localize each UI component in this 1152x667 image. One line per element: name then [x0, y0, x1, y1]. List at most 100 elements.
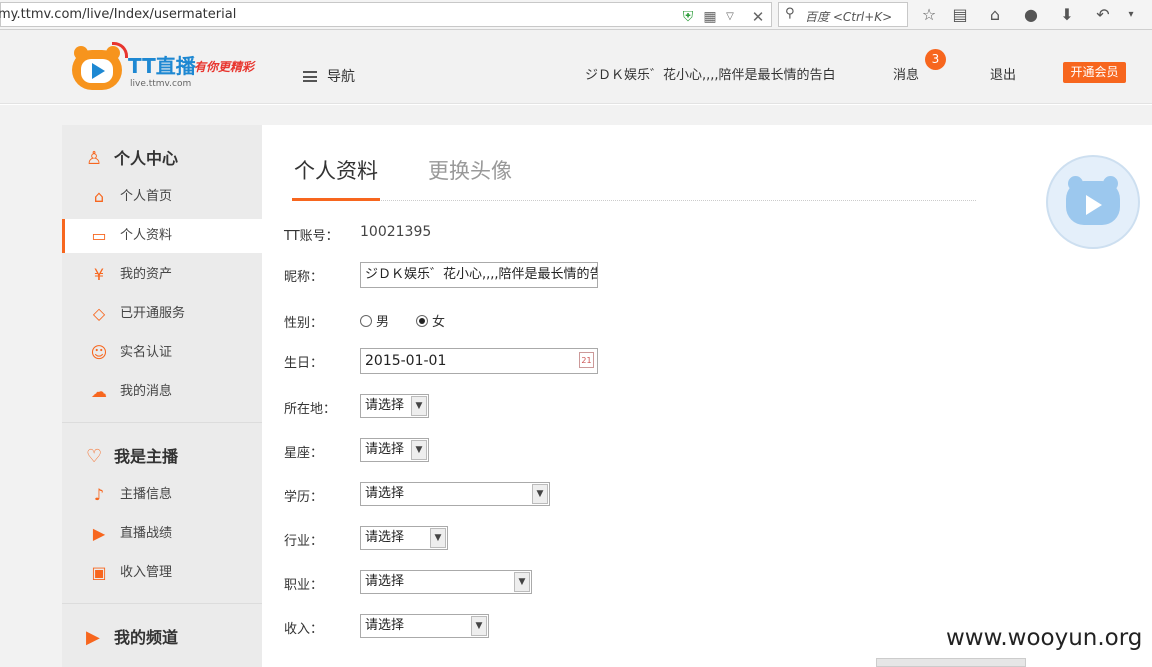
chat-icon: ☁: [91, 382, 107, 401]
wallet-icon: ▣: [91, 563, 107, 582]
search-input[interactable]: ⚲ 百度 <Ctrl+K>: [778, 2, 908, 27]
tab-profile[interactable]: 个人资料: [292, 155, 380, 201]
home-icon: ⌂: [93, 187, 105, 206]
gender-male-label: 男: [376, 315, 390, 330]
sidebar-item-label: 直播战绩: [120, 526, 173, 541]
heart-icon: ♡: [86, 446, 103, 467]
sidebar-section-host: ♡ 我是主播: [86, 443, 178, 467]
profile-tabs: 个人资料 更换头像: [292, 155, 976, 201]
zodiac-select[interactable]: 请选择 ▼: [360, 438, 429, 462]
section-title: 我是主播: [114, 447, 179, 466]
hobby-input[interactable]: [876, 658, 1026, 667]
url-text[interactable]: my.ttmv.com/live/Index/usermaterial: [0, 7, 236, 22]
sidebar-item-label: 我的资产: [120, 267, 173, 282]
star-icon[interactable]: ☆: [918, 4, 940, 26]
tab-change-avatar[interactable]: 更换头像: [428, 155, 512, 201]
hamburger-icon: [303, 71, 317, 82]
qr-code-icon[interactable]: ▦: [701, 8, 719, 26]
site-header: TT直播 有你更精彩 live.ttmv.com 导航 ジＤＫ娱乐゛花小心,,,…: [0, 30, 1152, 104]
chevron-down-icon: ▼: [471, 616, 487, 636]
income-select[interactable]: 请选择 ▼: [360, 614, 489, 638]
sidebar-item-home[interactable]: ⌂ 个人首页: [62, 180, 262, 214]
zodiac-value: 请选择: [365, 442, 405, 457]
chevron-down-icon: ▼: [430, 528, 446, 548]
location-value: 请选择: [365, 398, 405, 413]
sidebar-item-verification[interactable]: ☺ 实名认证: [62, 336, 262, 370]
microphone-icon: ♪: [93, 485, 105, 504]
gender-male-option[interactable]: 男: [360, 311, 389, 330]
birthday-label: 生日：: [284, 356, 324, 371]
sidebar-item-label: 收入管理: [120, 565, 173, 580]
bookmarks-icon[interactable]: ▤: [949, 4, 971, 26]
education-value: 请选择: [365, 486, 405, 501]
location-select[interactable]: 请选择 ▼: [360, 394, 429, 418]
gender-female-label: 女: [432, 315, 446, 330]
download-icon[interactable]: ⬇: [1056, 4, 1078, 26]
nav-menu-button[interactable]: 导航: [303, 66, 355, 86]
sidebar-item-profile[interactable]: ▭ 个人资料: [62, 219, 262, 253]
chevron-down-icon: ▼: [514, 572, 530, 592]
calendar-icon[interactable]: 21: [579, 352, 594, 368]
chat-icon[interactable]: ●: [1020, 4, 1042, 26]
play-icon: [1086, 195, 1102, 215]
income-label: 收入：: [284, 622, 324, 637]
undo-icon[interactable]: ↶: [1092, 4, 1114, 26]
search-placeholder: 百度 <Ctrl+K>: [805, 10, 893, 24]
sidebar-divider: [62, 603, 262, 604]
site-logo[interactable]: TT直播 有你更精彩 live.ttmv.com: [72, 42, 272, 94]
location-label: 所在地：: [284, 402, 337, 417]
sidebar-item-messages[interactable]: ☁ 我的消息: [62, 375, 262, 409]
shield-icon[interactable]: ⛨: [679, 8, 697, 26]
sidebar-section-personal-center: ♙ 个人中心: [86, 145, 178, 169]
play-icon: ▶: [86, 627, 100, 648]
chevron-down-icon: ▼: [411, 440, 427, 460]
sidebar-divider: [62, 422, 262, 423]
radio-female[interactable]: [416, 315, 428, 327]
nickname-input[interactable]: ジＤＫ娱乐゛花小心,,,,陪伴是最长情的告白: [360, 262, 598, 288]
education-select[interactable]: 请选择 ▼: [360, 482, 550, 506]
search-icon: ⚲: [785, 6, 795, 21]
logo-slogan: 有你更精彩: [194, 60, 255, 74]
signal-icon: [112, 42, 128, 58]
sidebar-item-label: 个人资料: [120, 228, 173, 243]
sidebar-item-services[interactable]: ◇ 已开通服务: [62, 297, 262, 331]
avatar[interactable]: [1046, 155, 1140, 249]
menu-dropdown-icon[interactable]: ▾: [1120, 4, 1142, 26]
industry-select[interactable]: 请选择 ▼: [360, 526, 448, 550]
logout-link[interactable]: 退出: [990, 64, 1016, 83]
sidebar-item-assets[interactable]: ¥ 我的资产: [62, 258, 262, 292]
chevron-down-icon: ▼: [411, 396, 427, 416]
logo-domain: live.ttmv.com: [130, 79, 192, 89]
home-icon[interactable]: ⌂: [984, 4, 1006, 26]
sidebar-item-label: 我的消息: [120, 384, 173, 399]
sidebar: ♙ 个人中心 ⌂ 个人首页 ▭ 个人资料 ¥ 我的资产 ◇ 已开通服务 ☺ 实名认证 ☁ 我的…: [62, 125, 262, 667]
section-title: 个人中心: [114, 149, 179, 168]
birthday-value: 2015-01-01: [365, 353, 447, 369]
chevron-down-icon: ▼: [532, 484, 548, 504]
yen-icon: ¥: [93, 265, 105, 284]
sidebar-item-host-info[interactable]: ♪ 主播信息: [62, 478, 262, 512]
user-icon: ♙: [86, 148, 103, 169]
vip-button[interactable]: 开通会员: [1063, 62, 1126, 83]
account-value: 10021395: [360, 224, 432, 240]
close-icon[interactable]: ✕: [749, 8, 767, 26]
main-content: 个人资料 更换头像 TT账号： 10021395 昵称： ジＤＫ娱乐゛花小心,,…: [262, 125, 1152, 667]
id-card-icon: ▭: [91, 226, 107, 245]
messages-link[interactable]: 消息: [893, 64, 919, 83]
sidebar-item-label: 实名认证: [120, 345, 173, 360]
sidebar-item-label: 个人首页: [120, 189, 173, 204]
sidebar-item-live-record[interactable]: ▶ 直播战绩: [62, 517, 262, 551]
occupation-select[interactable]: 请选择 ▼: [360, 570, 532, 594]
diamond-icon: ◇: [92, 304, 106, 323]
occupation-label: 职业：: [284, 578, 324, 593]
address-bar[interactable]: my.ttmv.com/live/Index/usermaterial ⛨ ▦ …: [0, 2, 772, 27]
radio-male[interactable]: [360, 315, 372, 327]
dropdown-icon[interactable]: ▽: [721, 8, 739, 26]
browser-toolbar: my.ttmv.com/live/Index/usermaterial ⛨ ▦ …: [0, 0, 1152, 30]
username-link[interactable]: ジＤＫ娱乐゛花小心,,,,陪伴是最长情的告白: [585, 64, 836, 83]
sidebar-item-income[interactable]: ▣ 收入管理: [62, 556, 262, 590]
sidebar-item-label: 已开通服务: [120, 306, 186, 321]
birthday-input[interactable]: 2015-01-01 21: [360, 348, 598, 374]
gender-female-option[interactable]: 女: [416, 311, 445, 330]
watermark: www.wooyun.org: [946, 625, 1143, 651]
